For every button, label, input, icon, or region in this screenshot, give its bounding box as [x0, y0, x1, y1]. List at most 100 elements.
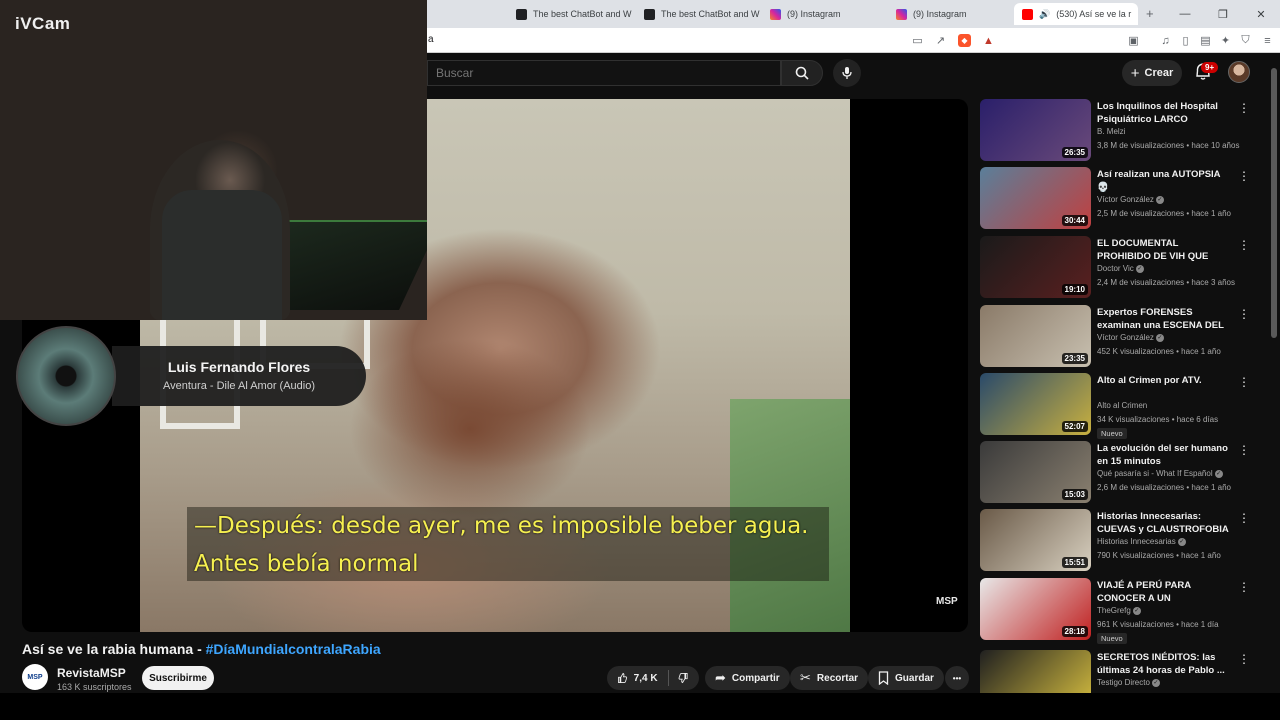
clip-button[interactable]: ✂ Recortar — [790, 666, 869, 690]
recommendation-thumbnail[interactable]: 23:35 — [980, 305, 1091, 367]
recommendation-title[interactable]: Alto al Crimen por ATV. — [1097, 374, 1232, 387]
recommendation-meta: 790 K visualizaciones • hace 1 año — [1097, 551, 1221, 560]
tab-title: The best ChatBot and Wi — [661, 9, 760, 19]
page-scrollbar[interactable] — [1270, 60, 1278, 692]
reader-icon[interactable]: ▣ — [1127, 34, 1140, 47]
recommendation-title[interactable]: Así realizan una AUTOPSIA 💀 — [1097, 168, 1232, 194]
like-button[interactable]: 7,4 K — [607, 666, 699, 690]
recommendation-thumbnail[interactable]: 28:18 — [980, 578, 1091, 640]
more-options-icon[interactable]: ⋮ — [1238, 511, 1250, 525]
more-options-icon[interactable]: ⋮ — [1238, 580, 1250, 594]
recommendation-channel[interactable]: TheGrefg ✓ — [1097, 606, 1141, 615]
recommendation-channel[interactable]: Qué pasaría si - What If Español ✓ — [1097, 469, 1223, 478]
url-text[interactable]: a — [428, 34, 434, 45]
media-icon[interactable]: ♫ — [1159, 34, 1172, 47]
verified-check-icon: ✓ — [1155, 333, 1164, 342]
restore-icon[interactable]: ❐ — [1204, 0, 1242, 28]
browser-tab-4[interactable]: (9) Instagram — [888, 3, 1012, 25]
more-options-icon[interactable]: ⋮ — [1238, 443, 1250, 457]
recommendation-channel[interactable]: Víctor González ✓ — [1097, 195, 1164, 204]
wallet-icon[interactable]: ▤ — [1199, 34, 1212, 47]
recommendation-title[interactable]: Los Inquilinos del Hospital Psiquiátrico… — [1097, 100, 1232, 126]
search-button[interactable] — [781, 60, 823, 86]
channel-avatar[interactable]: MSP — [22, 664, 48, 690]
scrollbar-thumb[interactable] — [1271, 68, 1277, 338]
subscribe-button[interactable]: Suscribirme — [142, 666, 214, 690]
tab-title: (9) Instagram — [787, 9, 841, 19]
user-avatar[interactable] — [1228, 61, 1250, 83]
new-badge: Nuevo — [1097, 428, 1127, 439]
tab-title: (530) Así se ve la r — [1056, 9, 1132, 19]
share-icon[interactable]: ↗ — [934, 34, 947, 47]
recommendation-title[interactable]: Expertos FORENSES examinan una ESCENA DE… — [1097, 306, 1232, 332]
recommendation-thumbnail[interactable]: 26:35 — [980, 99, 1091, 161]
clip-label: Recortar — [816, 672, 859, 684]
browser-tab-1[interactable]: The best ChatBot and Wi — [508, 3, 632, 25]
recommendation-thumbnail[interactable]: 15:51 — [980, 509, 1091, 571]
brave-rewards-icon[interactable]: ▲ — [982, 34, 995, 47]
more-options-icon[interactable]: ⋮ — [1238, 375, 1250, 389]
recommendation-title[interactable]: La evolución del ser humano en 15 minuto… — [1097, 442, 1232, 468]
more-actions-button[interactable]: ••• — [945, 666, 969, 690]
recommendation-channel[interactable]: Doctor Vic ✓ — [1097, 264, 1144, 273]
more-options-icon[interactable]: ⋮ — [1238, 169, 1250, 183]
recommendation-thumbnail[interactable]: 15:03 — [980, 441, 1091, 503]
notifications-badge: 9+ — [1201, 62, 1219, 73]
voice-search-button[interactable] — [833, 59, 861, 87]
recommendation-thumbnail[interactable]: 30:44 — [980, 167, 1091, 229]
search-input[interactable] — [427, 60, 781, 86]
create-button[interactable]: + Crear — [1122, 60, 1182, 86]
more-options-icon[interactable]: ⋮ — [1238, 652, 1250, 666]
save-button[interactable]: Guardar — [868, 666, 944, 690]
verified-check-icon: ✓ — [1132, 606, 1141, 615]
thumbs-down-icon[interactable] — [678, 671, 689, 685]
recommendation-channel[interactable]: Alto al Crimen — [1097, 401, 1147, 410]
brave-shield-icon[interactable]: ◆ — [958, 34, 971, 47]
recommendation-item[interactable]: 30:44 Así realizan una AUTOPSIA 💀 Víctor… — [980, 167, 1250, 231]
channel-name[interactable]: RevistaMSP — [57, 666, 126, 680]
share-arrow-icon: ➦ — [715, 670, 726, 685]
recommendation-title[interactable]: EL DOCUMENTAL PROHIBIDO DE VIH QUE ATERR… — [1097, 237, 1232, 263]
recommendation-title[interactable]: Historias Innecesarias: CUEVAS y CLAUSTR… — [1097, 510, 1232, 536]
now-playing-song: Aventura - Dile Al Amor (Audio) — [162, 380, 316, 392]
close-window-icon[interactable]: ✕ — [1242, 0, 1280, 28]
recommendation-channel-name: Qué pasaría si - What If Español — [1097, 469, 1213, 478]
more-options-icon[interactable]: ⋮ — [1238, 307, 1250, 321]
recommendation-item[interactable]: 26:35 Los Inquilinos del Hospital Psiqui… — [980, 99, 1250, 163]
browser-tab-2[interactable]: The best ChatBot and Wi — [636, 3, 760, 25]
recommendation-item[interactable]: 52:07 Alto al Crimen por ATV. Alto al Cr… — [980, 373, 1250, 439]
recommendation-item[interactable]: 15:03 La evolución del ser humano en 15 … — [980, 441, 1250, 505]
browser-tab-5-active[interactable]: 🔊 (530) Así se ve la r × — [1014, 3, 1138, 25]
more-options-icon[interactable]: ⋮ — [1238, 238, 1250, 252]
recommendation-channel[interactable]: Historias Innecesarias ✓ — [1097, 537, 1186, 546]
recommendation-title[interactable]: SECRETOS INÉDITOS: las últimas 24 horas … — [1097, 651, 1232, 677]
recommendation-item[interactable]: 23:35 Expertos FORENSES examinan una ESC… — [980, 305, 1250, 369]
recommendation-title[interactable]: VIAJÉ A PERÚ PARA CONOCER A UN SUSCRIPTO… — [1097, 579, 1232, 605]
recommendation-channel[interactable]: Víctor González ✓ — [1097, 333, 1164, 342]
verified-check-icon: ✓ — [1135, 264, 1144, 273]
video-title-hashtag[interactable]: #DíaMundialcontralaRabia — [206, 641, 381, 657]
verified-check-icon: ✓ — [1177, 537, 1186, 546]
recommendation-item[interactable]: 19:10 EL DOCUMENTAL PROHIBIDO DE VIH QUE… — [980, 236, 1250, 300]
recommendation-item[interactable]: 28:18 VIAJÉ A PERÚ PARA CONOCER A UN SUS… — [980, 578, 1250, 644]
vpn-icon[interactable]: ⛉ — [1239, 34, 1252, 47]
bottom-bar — [0, 693, 1280, 720]
cast-icon[interactable]: ▭ — [911, 34, 924, 47]
microphone-icon — [842, 67, 852, 79]
recommendation-thumbnail[interactable]: 52:07 — [980, 373, 1091, 435]
recommendation-channel[interactable]: Testigo Directo ✓ — [1097, 678, 1160, 687]
recommendation-channel[interactable]: B. Melzi — [1097, 127, 1125, 136]
video-duration: 23:35 — [1061, 353, 1088, 364]
ai-icon[interactable]: ✦ — [1219, 34, 1232, 47]
shirt-image — [162, 190, 282, 320]
menu-icon[interactable]: ≡ — [1261, 34, 1274, 47]
browser-tab-3[interactable]: (9) Instagram — [762, 3, 886, 25]
more-options-icon[interactable]: ⋮ — [1238, 101, 1250, 115]
recommendation-thumbnail[interactable]: 19:10 — [980, 236, 1091, 298]
minimize-icon[interactable]: — — [1166, 0, 1204, 28]
new-tab-button[interactable]: + — [1146, 6, 1154, 21]
sidebar-icon[interactable]: ▯ — [1179, 34, 1192, 47]
recommendation-item[interactable]: 15:51 Historias Innecesarias: CUEVAS y C… — [980, 509, 1250, 573]
share-button[interactable]: ➦ Compartir — [705, 666, 790, 690]
close-tab-icon[interactable]: × — [1137, 9, 1138, 20]
